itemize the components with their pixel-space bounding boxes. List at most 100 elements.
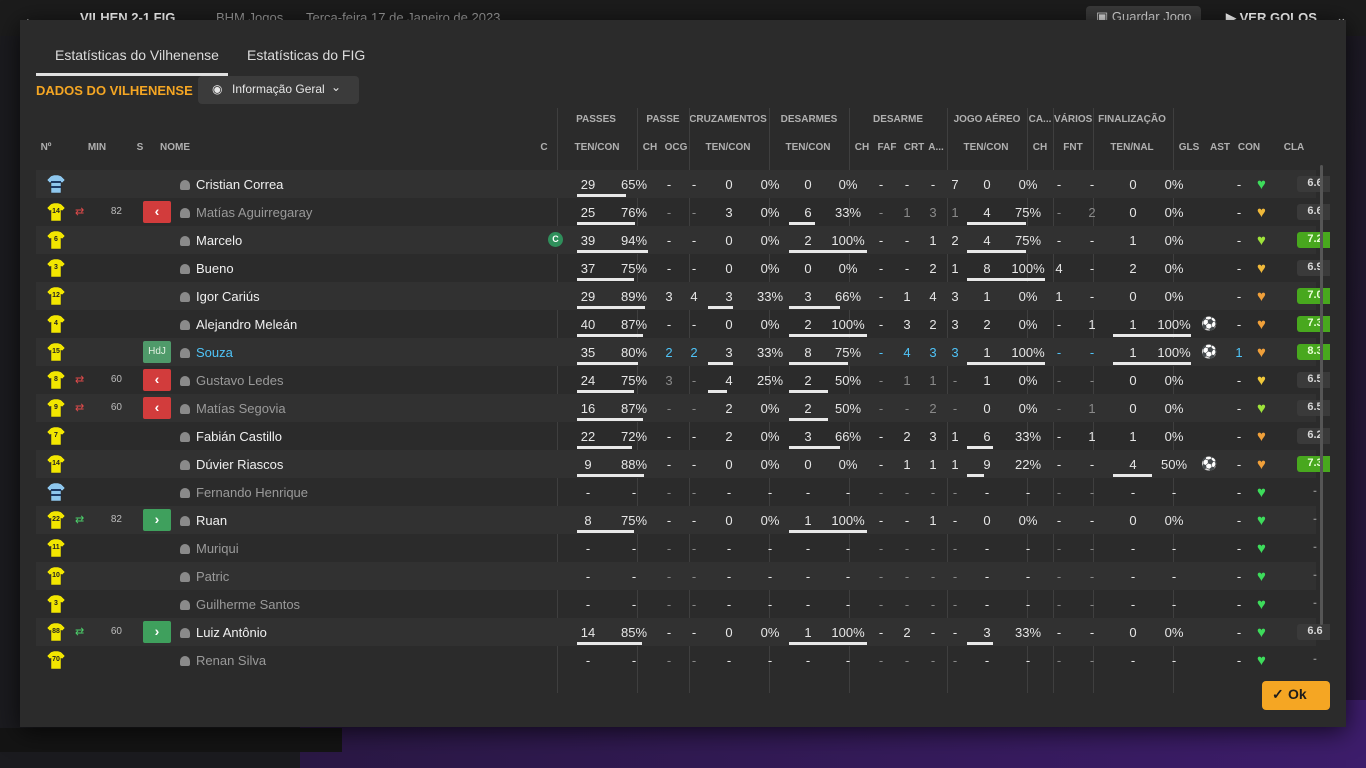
cell-fnt: - [1089,569,1095,584]
table-row[interactable]: 22 ⇄ 82 › Ruan 8 75% - -0 0% 1 100% - -1-0 0% - -0 0% - ♥ - [36,506,1317,534]
col-aereo-tencon[interactable]: TEN/CON [954,142,1018,153]
col-nome[interactable]: NOME [160,142,190,153]
table-row[interactable]: 14 Dúvier Riascos 9 88% - -0 0% 0 0% -1 1 1 9 22% - -4 5… [36,450,1330,478]
table-row[interactable]: Fernando Henrique - - - - - - - - - - - - - - - - - - - ♥ - [36,478,1317,506]
cell-dp: - [845,597,851,612]
col-des-tencon[interactable]: TEN/CON [776,142,840,153]
cell-pocg: - [691,401,697,416]
player-name[interactable]: Luiz Antônio [180,625,267,640]
col-ca-ch[interactable]: CH [1030,142,1050,153]
table-row[interactable]: 3 Guilherme Santos - - - - - - - - - - - - - - - - - - - ♥ - [36,590,1317,618]
tab-away-stats[interactable]: Estatísticas do FIG [247,47,365,63]
table-row[interactable]: 14 ⇄ 82 ‹ Matías Aguirregaray 25 76% - -3 0% 6 33% -… [36,198,1330,226]
player-name[interactable]: Bueno [180,261,234,276]
col-cla[interactable]: CLA [1282,142,1306,153]
table-row[interactable]: 88 ⇄ 60 › Luiz Antônio 14 85% - -0 0% 1 100% -2- -3 33… [36,618,1330,646]
success-bar [789,446,840,449]
cell-pch: - [666,261,672,276]
cell-ast: - [1236,289,1242,304]
cell-faf: 1 [903,457,911,472]
cell-cp: 0% [760,205,780,220]
col-fin-tennal[interactable]: TEN/NAL [1100,142,1164,153]
col-var-fnt[interactable]: FNT [1060,142,1086,153]
player-name[interactable]: Fabián Castillo [180,429,282,444]
sub-on-icon: ⇄ [75,626,85,638]
player-name[interactable]: Igor Cariús [180,289,260,304]
col-desm-a[interactable]: A... [926,142,946,153]
col-c[interactable]: C [538,142,550,153]
player-name[interactable]: Marcelo [180,233,242,248]
player-name[interactable]: Matías Aguirregaray [180,205,312,220]
cell-pt: - [585,569,591,584]
cell-ft: 1 [1129,317,1137,332]
player-name-text: Fernando Henrique [196,485,309,500]
cell-pp: 87% [620,401,648,416]
table-row[interactable]: 6 Marcelo C 39 94% - -0 0% 2 100% - -1 2 4 75% - -1 0% - ♥ 7… [36,226,1330,254]
cell-pch: - [666,233,672,248]
col-ast[interactable]: AST [1208,142,1232,153]
condition-heart-icon: ♥ [1257,260,1266,277]
player-name[interactable]: Cristian Correa [180,177,283,192]
table-row[interactable]: 15 HdJ Souza 35 80% 2 2 3 33% 8 75% -4 3 3 1 100% - -1 100… [36,338,1330,366]
cell-faf: - [904,233,910,248]
col-desm-ch[interactable]: CH [852,142,872,153]
cell-da: 7 [951,177,959,192]
col-passes-tencon[interactable]: TEN/CON [565,142,629,153]
col-min[interactable]: MIN [84,142,110,153]
cell-ap: 0% [1018,373,1038,388]
table-row[interactable]: 10 Patric - - - - - - - - - - - - - - - - - - - ♥ - [36,562,1317,590]
player-name[interactable]: Alejandro Meleán [180,317,297,332]
tab-home-stats[interactable]: Estatísticas do Vilhenense [55,47,219,63]
table-row[interactable]: 3 Bueno 37 75% - -0 0% 0 0% - -2 1 8 100% 4-2 0% - ♥ 6.9 [36,254,1330,282]
cell-ft: 0 [1129,513,1137,528]
player-name[interactable]: Gustavo Ledes [180,373,283,388]
player-name[interactable]: Guilherme Santos [180,597,300,612]
table-row[interactable]: Cristian Correa 29 65% - -0 0% 0 0% - - -7 0 0% - -0 0%… [36,170,1330,198]
cell-pp: 94% [620,233,648,248]
table-row[interactable]: 9 ⇄ 60 ‹ Matías Segovia 16 87% - -2 0% 2 50% - -2-0 0%… [36,394,1330,422]
cell-fnt: - [1089,653,1095,668]
cell-dp: 33% [834,205,862,220]
ok-button[interactable]: ✓ Ok [1262,681,1330,710]
cell-ast: - [1236,653,1242,668]
table-row[interactable]: 11 Muriqui - - - - - - - - - - - - - - - - - - - ♥ - [36,534,1317,562]
cell-ast: - [1236,625,1242,640]
cell-ct: 0 [725,233,733,248]
table-row[interactable]: 4 Alejandro Meleán 40 87% - -0 0% 2 100% -3 2 3 2 0% -… [36,310,1330,338]
table-row[interactable]: 12 Igor Cariús 29 89% 3 4 3 33% 3 66% -1 4 3 1 0% 1-0 0%… [36,282,1330,310]
col-desm-crt[interactable]: CRT [902,142,926,153]
success-bar [1113,334,1191,337]
cell-da: 2 [951,233,959,248]
col-gls[interactable]: GLS [1178,142,1200,153]
player-name[interactable]: Ruan [180,513,227,528]
cell-dt: 6 [804,205,812,220]
player-name[interactable]: Renan Silva [180,653,266,668]
table-row[interactable]: 8 ⇄ 60 ‹ Gustavo Ledes 24 75% 3-4 25% 2 50% -1 1-1 0%… [36,366,1330,394]
col-s[interactable]: S [133,142,147,153]
cell-fp: - [1171,569,1177,584]
col-passe-ch[interactable]: CH [640,142,660,153]
player-name[interactable]: Dúvier Riascos [180,457,283,472]
player-name[interactable]: Souza [180,345,233,360]
col-passe-ocg[interactable]: OCG [662,142,690,153]
cell-cach: - [1056,429,1062,444]
cell-pt: 9 [584,457,592,472]
table-row[interactable]: 70 Renan Silva - - - - - - - - - - - - - - - - - - - ♥ - [36,646,1317,674]
success-bar [789,390,828,393]
table-scrollbar[interactable] [1320,165,1323,625]
col-no[interactable]: Nº [36,142,56,153]
player-name[interactable]: Patric [180,569,229,584]
player-name[interactable]: Fernando Henrique [180,485,308,500]
player-name[interactable]: Matías Segovia [180,401,286,416]
group-desarme: DESARME [872,114,923,125]
cell-ap: 75% [1014,233,1042,248]
success-bar [1113,362,1191,365]
success-bar [789,250,867,253]
player-name-text: Muriqui [196,541,239,556]
col-desm-faf[interactable]: FAF [876,142,898,153]
player-name[interactable]: Muriqui [180,541,239,556]
col-con[interactable]: CON [1236,142,1262,153]
table-row[interactable]: 7 Fabián Castillo 22 72% - -2 0% 3 66% -2 3 1 6 33% -1… [36,422,1330,450]
cell-pt: - [585,597,591,612]
col-cruz-tencon[interactable]: TEN/CON [696,142,760,153]
